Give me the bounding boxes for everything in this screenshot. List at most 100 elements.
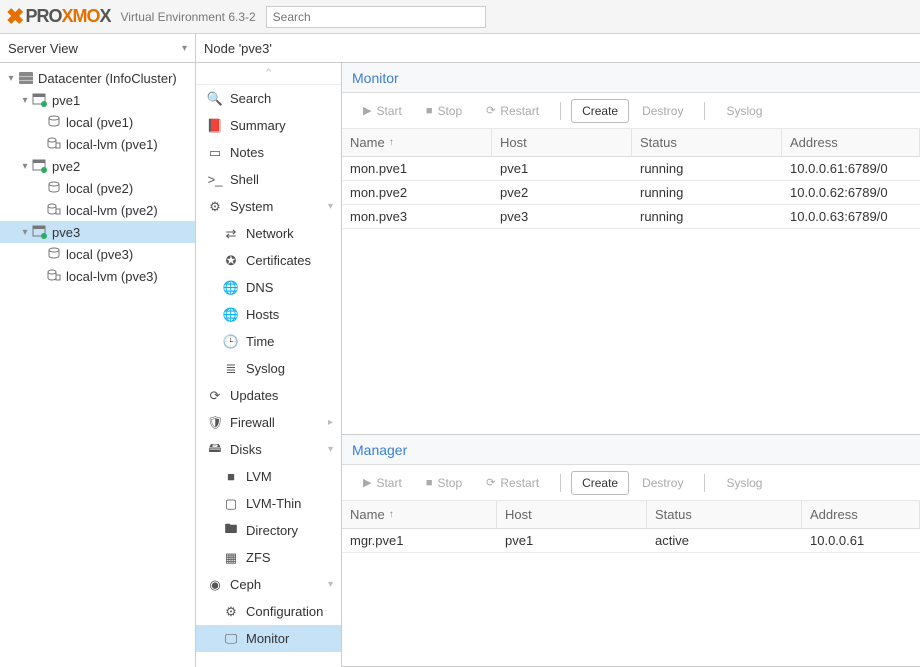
tree-storage[interactable]: local-lvm (pve1) — [0, 133, 195, 155]
tree-label: local (pve2) — [66, 181, 133, 196]
gear-icon: ⚙ — [222, 604, 240, 620]
network-icon: ⇄ — [222, 226, 240, 242]
sort-asc-icon: ↑ — [389, 137, 394, 148]
tree-storage[interactable]: local-lvm (pve3) — [0, 265, 195, 287]
nav-lvmthin[interactable]: ▢LVM-Thin — [196, 490, 341, 517]
grid-icon: ▦ — [222, 550, 240, 566]
nav-certificates[interactable]: ✪Certificates — [196, 247, 341, 274]
version-text: Virtual Environment 6.3-2 — [120, 10, 255, 24]
tree-storage[interactable]: local (pve1) — [0, 111, 195, 133]
server-online-icon — [32, 92, 48, 108]
col-header-host[interactable]: Host — [492, 129, 632, 156]
breadcrumb: Node 'pve3' — [196, 34, 920, 62]
tree-storage[interactable]: local (pve3) — [0, 243, 195, 265]
nav-firewall[interactable]: 🛡Firewall▸ — [196, 409, 341, 436]
nav-notes[interactable]: ▭Notes — [196, 139, 341, 166]
monitor-create-button[interactable]: Create — [571, 99, 629, 123]
col-header-address[interactable]: Address — [802, 501, 920, 528]
toolbar-separator — [704, 102, 705, 120]
nav-directory[interactable]: 🖿Directory — [196, 517, 341, 544]
nav-ceph[interactable]: ◉Ceph▾ — [196, 571, 341, 598]
monitor-row[interactable]: mon.pve3 pve3 running 10.0.0.63:6789/0 — [342, 205, 920, 229]
monitor-row[interactable]: mon.pve2 pve2 running 10.0.0.62:6789/0 — [342, 181, 920, 205]
col-header-status[interactable]: Status — [632, 129, 782, 156]
terminal-icon: >_ — [206, 172, 224, 187]
collapse-icon[interactable]: ▾ — [18, 227, 32, 238]
cell-address: 10.0.0.61 — [802, 533, 920, 548]
col-header-name[interactable]: Name↑ — [342, 129, 492, 156]
nav-ceph-monitor[interactable]: 🖵Monitor — [196, 625, 341, 652]
tree-label: local-lvm (pve3) — [66, 269, 158, 284]
col-header-status[interactable]: Status — [647, 501, 802, 528]
proxmox-logo: ✖ PROXMOX — [6, 4, 110, 30]
nav-system[interactable]: ⚙System▾ — [196, 193, 341, 220]
monitor-stop-button[interactable]: ■Stop — [415, 99, 473, 123]
collapse-icon[interactable]: ▾ — [18, 161, 32, 172]
nav-disks[interactable]: 🖴Disks▾ — [196, 436, 341, 463]
storage-icon — [46, 114, 62, 130]
nav-shell[interactable]: >_Shell — [196, 166, 341, 193]
chevron-right-icon: ▸ — [328, 417, 333, 428]
cell-name: mon.pve2 — [342, 185, 492, 200]
monitor-start-button[interactable]: ▶Start — [352, 99, 413, 123]
stop-icon: ■ — [426, 477, 433, 489]
monitor-grid-header: Name↑ Host Status Address — [342, 129, 920, 157]
col-header-name[interactable]: Name↑ — [342, 501, 497, 528]
nav-updates[interactable]: ⟳Updates — [196, 382, 341, 409]
square-outline-icon: ▢ — [222, 496, 240, 512]
folder-icon: 🖿 — [222, 520, 240, 542]
manager-stop-button[interactable]: ■Stop — [415, 471, 473, 495]
nav-hosts[interactable]: 🌐Hosts — [196, 301, 341, 328]
monitor-panel: Monitor ▶Start ■Stop ⟳Restart Create Des… — [342, 63, 920, 435]
monitor-destroy-button[interactable]: Destroy — [631, 99, 694, 123]
tree-storage[interactable]: local (pve2) — [0, 177, 195, 199]
manager-start-button[interactable]: ▶Start — [352, 471, 413, 495]
cell-name: mgr.pve1 — [342, 533, 497, 548]
manager-syslog-button[interactable]: Syslog — [715, 471, 773, 495]
nav-syslog[interactable]: ≣Syslog — [196, 355, 341, 382]
tree-node-pve2[interactable]: ▾ pve2 — [0, 155, 195, 177]
nav-summary[interactable]: 📕Summary — [196, 112, 341, 139]
cell-address: 10.0.0.61:6789/0 — [782, 161, 920, 176]
view-selector[interactable]: Server View ▾ — [0, 34, 196, 62]
manager-restart-button[interactable]: ⟳Restart — [475, 471, 550, 495]
nav-lvm[interactable]: ■LVM — [196, 463, 341, 490]
manager-row[interactable]: mgr.pve1 pve1 active 10.0.0.61 — [342, 529, 920, 553]
tree-storage[interactable]: local-lvm (pve2) — [0, 199, 195, 221]
tree-datacenter[interactable]: ▾ Datacenter (InfoCluster) — [0, 67, 195, 89]
cell-host: pve1 — [492, 161, 632, 176]
globe-icon: 🌐 — [222, 280, 240, 296]
nav-search[interactable]: 🔍Search — [196, 85, 341, 112]
monitor-restart-button[interactable]: ⟳Restart — [475, 99, 550, 123]
tree-node-pve3[interactable]: ▾ pve3 — [0, 221, 195, 243]
sub-bar: Server View ▾ Node 'pve3' — [0, 34, 920, 63]
nav-time[interactable]: 🕒Time — [196, 328, 341, 355]
col-header-address[interactable]: Address — [782, 129, 920, 156]
cell-status: running — [632, 185, 782, 200]
nav-network[interactable]: ⇄Network — [196, 220, 341, 247]
tree-node-pve1[interactable]: ▾ pve1 — [0, 89, 195, 111]
nav-ceph-config[interactable]: ⚙Configuration — [196, 598, 341, 625]
globe-icon: 🌐 — [222, 307, 240, 323]
global-search-input[interactable] — [266, 6, 486, 28]
cell-status: running — [632, 209, 782, 224]
manager-grid-body: mgr.pve1 pve1 active 10.0.0.61 — [342, 529, 920, 666]
nav-zfs[interactable]: ▦ZFS — [196, 544, 341, 571]
col-header-host[interactable]: Host — [497, 501, 647, 528]
cell-host: pve2 — [492, 185, 632, 200]
collapse-icon[interactable]: ▾ — [18, 95, 32, 106]
nav-scroll-up[interactable]: ⌃ — [196, 63, 341, 85]
monitor-syslog-button[interactable]: Syslog — [715, 99, 773, 123]
manager-destroy-button[interactable]: Destroy — [631, 471, 694, 495]
chevron-down-icon: ▾ — [328, 201, 333, 212]
monitor-row[interactable]: mon.pve1 pve1 running 10.0.0.61:6789/0 — [342, 157, 920, 181]
manager-create-button[interactable]: Create — [571, 471, 629, 495]
nav-dns[interactable]: 🌐DNS — [196, 274, 341, 301]
monitor-grid-body: mon.pve1 pve1 running 10.0.0.61:6789/0 m… — [342, 157, 920, 434]
cell-status: active — [647, 533, 802, 548]
server-online-icon — [32, 224, 48, 240]
cell-address: 10.0.0.63:6789/0 — [782, 209, 920, 224]
list-icon: ≣ — [222, 361, 240, 377]
collapse-icon[interactable]: ▾ — [4, 73, 18, 84]
clock-icon: 🕒 — [222, 334, 240, 350]
